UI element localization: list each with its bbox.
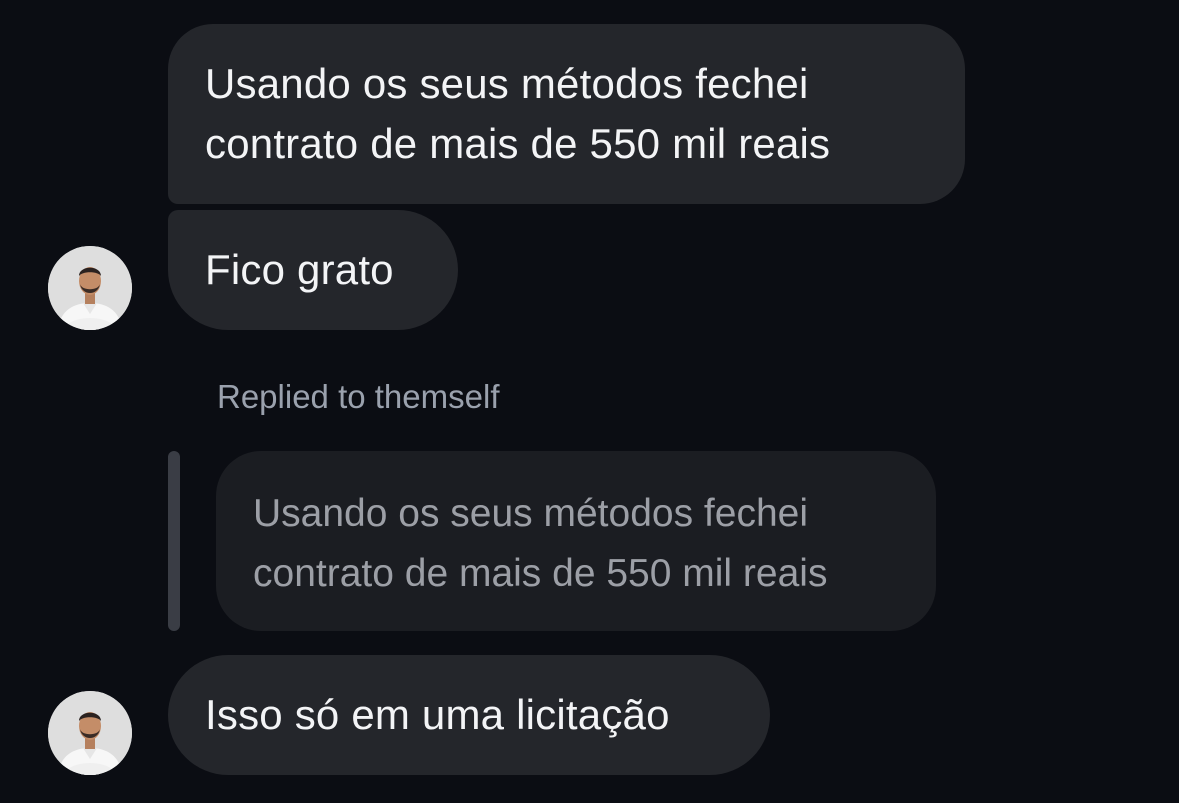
reply-label: Replied to themself	[217, 378, 500, 415]
message-bubble[interactable]: Usando os seus métodos fechei contrato d…	[168, 24, 965, 204]
message-text-line: contrato de mais de 550 mil reais	[205, 120, 831, 167]
profile-photo	[48, 691, 132, 775]
message-bubble[interactable]: Fico grato	[168, 210, 458, 330]
reply-indicator-bar	[168, 451, 180, 631]
quoted-text-line: Usando os seus métodos fechei	[253, 492, 808, 535]
profile-photo	[48, 246, 132, 330]
quoted-text-line: contrato de mais de 550 mil reais	[253, 552, 828, 595]
message-text: Fico grato	[205, 246, 394, 293]
avatar[interactable]	[48, 246, 132, 330]
quoted-message[interactable]: Usando os seus métodos fechei contrato d…	[216, 451, 936, 631]
avatar[interactable]	[48, 691, 132, 775]
message-text-line: Usando os seus métodos fechei	[205, 60, 809, 107]
message-text: Isso só em uma licitação	[205, 691, 670, 738]
message-bubble[interactable]: Isso só em uma licitação	[168, 655, 770, 775]
